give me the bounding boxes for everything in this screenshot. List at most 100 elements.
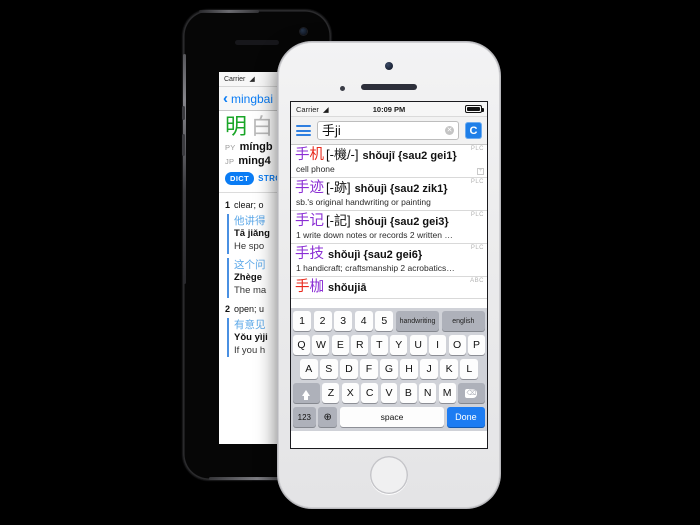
- status-bar: Carrier ◢ 10:09 PM: [291, 102, 487, 117]
- earpiece-speaker: [235, 40, 279, 45]
- reading-value-py: míngb: [239, 141, 273, 153]
- headword-char-2: 白: [251, 114, 274, 139]
- key-2[interactable]: 2: [313, 311, 332, 331]
- key-1[interactable]: 1: [293, 311, 312, 331]
- expand-plus-icon[interactable]: +: [477, 168, 484, 176]
- clock-label: 10:09 PM: [372, 104, 406, 114]
- result-pinyin: shǒujì {sau2 zik1}: [354, 183, 448, 196]
- result-row[interactable]: PLC 手 记 [-記] shǒujì {sau2 gei3} 1 write …: [291, 211, 487, 245]
- key-space[interactable]: space: [339, 407, 445, 427]
- back-button-label[interactable]: mingbai: [231, 92, 273, 106]
- key-handwriting-mode[interactable]: handwriting: [395, 311, 440, 331]
- key-numbers-toggle[interactable]: 123: [293, 407, 316, 427]
- reading-tag-jp: JP: [225, 157, 235, 166]
- proximity-sensor-icon: [340, 86, 345, 91]
- headword-char: 手: [295, 147, 310, 163]
- key-english-mode[interactable]: english: [441, 311, 485, 331]
- source-badge: PLC: [470, 146, 484, 152]
- result-gloss: 1 handicraft; craftsmanship 2 acrobatics…: [296, 263, 455, 274]
- sense-number: 2: [225, 303, 231, 314]
- chevron-left-icon[interactable]: ‹: [223, 90, 228, 107]
- volume-buttons[interactable]: [182, 134, 185, 156]
- source-badge: PLC: [470, 245, 484, 252]
- clear-circle-icon[interactable]: ✕: [445, 126, 454, 135]
- traditional-bracket: [-記]: [326, 213, 351, 229]
- key-p[interactable]: P: [468, 335, 486, 355]
- white-iphone-screen: Carrier ◢ 10:09 PM 手ji ✕ C PLC 手 机 [-機/-…: [291, 102, 487, 448]
- key-a[interactable]: A: [299, 359, 318, 379]
- battery-icon: [465, 105, 484, 113]
- onscreen-keyboard[interactable]: 1 2 3 4 5 handwriting english Q W E R T …: [291, 308, 487, 431]
- keyboard-row-numbers: 1 2 3 4 5 handwriting english: [293, 311, 485, 331]
- key-x[interactable]: X: [341, 383, 359, 403]
- key-b[interactable]: B: [399, 383, 417, 403]
- mute-switch[interactable]: [182, 106, 185, 120]
- home-button[interactable]: [370, 456, 408, 494]
- key-done[interactable]: Done: [446, 407, 485, 427]
- headword-char: 手: [295, 246, 310, 263]
- earpiece-speaker: [361, 84, 417, 90]
- key-n[interactable]: N: [419, 383, 437, 403]
- result-headword: 手 记 [-記] shǒujì {sau2 gei3}: [295, 213, 483, 230]
- key-l[interactable]: L: [460, 359, 479, 379]
- key-e[interactable]: E: [331, 335, 349, 355]
- key-i[interactable]: I: [429, 335, 447, 355]
- result-row[interactable]: PLC 手 迹 [-跡] shǒujì {sau2 zik1} sb.'s or…: [291, 178, 487, 212]
- key-q[interactable]: Q: [292, 335, 310, 355]
- reading-value-jp: ming4: [238, 155, 271, 167]
- globe-icon[interactable]: ⊕: [318, 407, 338, 427]
- wifi-icon: ◢: [249, 76, 255, 83]
- key-z[interactable]: Z: [322, 383, 340, 403]
- key-m[interactable]: M: [438, 383, 456, 403]
- backspace-glyph: ⌫: [466, 389, 477, 397]
- sense-text: clear; o: [234, 200, 264, 210]
- result-gloss: 1 write down notes or records 2 written …: [296, 230, 453, 241]
- key-w[interactable]: W: [312, 335, 330, 355]
- headword-char: 记: [309, 213, 325, 230]
- result-row[interactable]: PLC 手 技 shǒujì {sau2 gei6} 1 handicraft;…: [291, 244, 487, 278]
- search-bar: 手ji ✕ C: [291, 117, 487, 145]
- source-badge: PLC: [470, 179, 484, 186]
- key-v[interactable]: V: [380, 383, 398, 403]
- dictionary-mode-button[interactable]: C: [465, 122, 482, 139]
- dict-badge[interactable]: DICT: [225, 172, 255, 185]
- key-r[interactable]: R: [351, 335, 369, 355]
- headword-char: 枷: [309, 279, 325, 296]
- key-f[interactable]: F: [360, 359, 378, 379]
- result-row[interactable]: PLC 手 机 [-機/-] shǒujī {sau2 gei1} cell p…: [291, 145, 487, 179]
- key-y[interactable]: Y: [390, 335, 408, 355]
- front-camera-icon: [385, 62, 393, 70]
- headword-char: 手: [295, 213, 310, 230]
- result-pinyin: shǒujiā: [328, 282, 367, 295]
- reading-tag-py: PY: [225, 143, 236, 152]
- key-3[interactable]: 3: [334, 311, 353, 331]
- headword-char-1: 明: [225, 114, 248, 139]
- hamburger-menu-icon[interactable]: [296, 125, 311, 136]
- search-results-list[interactable]: PLC 手 机 [-機/-] shǒujī {sau2 gei1} cell p…: [291, 145, 487, 308]
- key-k[interactable]: K: [440, 359, 458, 379]
- keyboard-row-1: Q W E R T Y U I O P: [292, 335, 486, 355]
- wifi-icon: ◢: [322, 104, 329, 114]
- shift-arrow-icon[interactable]: [293, 383, 320, 403]
- result-row[interactable]: ABC 手 枷 shǒujiā: [291, 277, 487, 300]
- key-o[interactable]: O: [448, 335, 466, 355]
- key-5[interactable]: 5: [375, 311, 394, 331]
- key-h[interactable]: H: [400, 359, 418, 379]
- search-input[interactable]: 手ji ✕: [317, 121, 459, 140]
- keyboard-row-3: Z X C V B N M ⌫: [293, 383, 485, 403]
- key-u[interactable]: U: [409, 335, 427, 355]
- result-headword: 手 枷 shǒujiā: [295, 279, 483, 296]
- result-pinyin: shǒujì {sau2 gei3}: [354, 216, 449, 229]
- result-gloss: cell phone: [296, 164, 335, 175]
- result-gloss: sb.'s original handwriting or painting: [296, 197, 431, 208]
- key-g[interactable]: G: [380, 359, 398, 379]
- key-t[interactable]: T: [370, 335, 388, 355]
- headword-char: 手: [295, 180, 310, 197]
- key-j[interactable]: J: [420, 359, 438, 379]
- backspace-icon[interactable]: ⌫: [458, 383, 485, 403]
- key-d[interactable]: D: [340, 359, 358, 379]
- carrier-label: Carrier: [296, 104, 319, 114]
- key-4[interactable]: 4: [354, 311, 373, 331]
- key-c[interactable]: C: [361, 383, 379, 403]
- key-s[interactable]: S: [320, 359, 338, 379]
